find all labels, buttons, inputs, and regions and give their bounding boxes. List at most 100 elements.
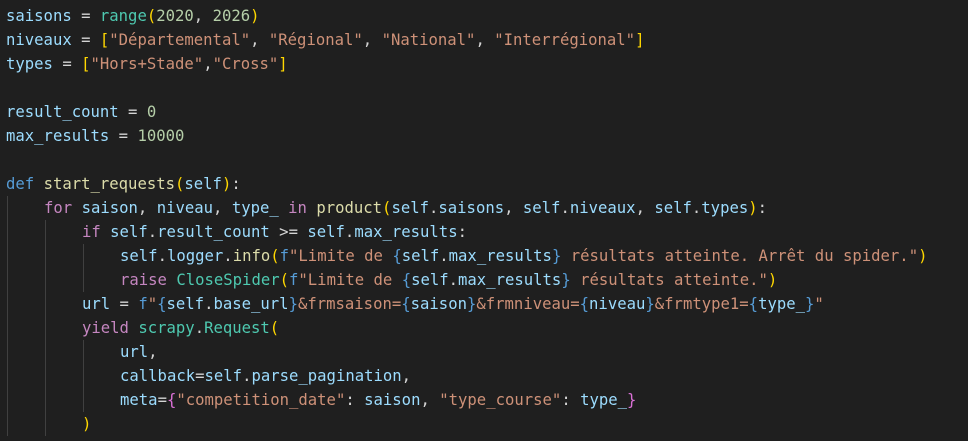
code-token: "Départemental" [109, 31, 251, 49]
code-line[interactable]: url = f"{self.base_url}&frmsaison={saiso… [82, 292, 824, 316]
code-token: self [391, 199, 429, 217]
code-token: . [157, 247, 167, 265]
code-token: : [757, 199, 768, 217]
code-token: ) [748, 199, 758, 217]
code-token: { [579, 295, 590, 313]
code-token: { [157, 295, 167, 313]
code-token: ( [269, 319, 280, 337]
code-token: } [561, 271, 571, 289]
code-token: "type_course" [439, 391, 562, 409]
code-token: : [561, 391, 581, 409]
code-line[interactable]: def start_requests(self): [6, 172, 241, 196]
code-token: Request [204, 319, 270, 337]
code-token: niveaux [6, 31, 72, 49]
code-line[interactable]: self.logger.info(f"Limite de {self.max_r… [120, 244, 927, 268]
code-token: "Cross" [212, 55, 279, 73]
code-token: max_results [458, 271, 562, 289]
code-token: "competition_date" [176, 391, 346, 409]
code-line[interactable]: niveaux = ["Départemental", "Régional", … [6, 28, 644, 52]
code-token: types [6, 55, 53, 73]
code-line[interactable]: ) [82, 412, 91, 436]
code-token: . [344, 223, 355, 241]
code-line[interactable]: callback=self.parse_pagination, [120, 364, 411, 388]
indent-guide [83, 244, 84, 292]
code-line[interactable]: yield scrapy.Request( [82, 316, 279, 340]
code-line[interactable]: types = ["Hors+Stade","Cross"] [6, 52, 288, 76]
code-token: for [44, 199, 73, 217]
code-token: . [691, 199, 702, 217]
code-token: if [82, 223, 101, 241]
code-token: = [109, 127, 138, 145]
code-editor[interactable]: saisons = range(2020, 2026) niveaux = ["D… [0, 0, 968, 441]
code-token: CloseSpider [176, 271, 280, 289]
code-token: &frmsaison= [297, 295, 402, 313]
code-line[interactable]: url, [120, 340, 158, 364]
code-token: saisons [438, 199, 505, 217]
code-line[interactable]: raise CloseSpider(f"Limite de {self.max_… [120, 268, 777, 292]
code-token: product [316, 199, 383, 217]
code-token: [ [81, 55, 91, 73]
code-line[interactable]: max_results = 10000 [6, 124, 184, 148]
code-token: . [147, 223, 158, 241]
code-token: = [195, 367, 205, 385]
code-token: "Limite de [298, 271, 402, 289]
code-token: = [157, 391, 167, 409]
code-line[interactable]: meta={"competition_date": saison, "type_… [120, 388, 636, 412]
code-token: "National" [381, 31, 476, 49]
code-token: in [288, 199, 307, 217]
code-token: { [748, 295, 759, 313]
code-token: , [137, 199, 157, 217]
code-line[interactable]: if self.result_count >= self.max_results… [82, 220, 467, 244]
code-token: meta [120, 391, 158, 409]
code-line[interactable]: result_count = 0 [6, 100, 156, 124]
code-token: types [701, 199, 749, 217]
code-token: résultats atteinte." [570, 271, 768, 289]
code-token: ) [221, 175, 232, 193]
code-token: self [654, 199, 692, 217]
code-token: } [466, 295, 477, 313]
code-token: ( [279, 271, 290, 289]
code-token: saison [81, 199, 138, 217]
code-token: max_results [354, 223, 458, 241]
code-token: = [52, 55, 82, 73]
code-token: raise [120, 271, 167, 289]
code-token: ( [175, 175, 185, 193]
code-token: info [232, 247, 271, 265]
code-token: : [345, 391, 365, 409]
code-token: f [289, 271, 299, 289]
code-token: saison [410, 295, 467, 313]
code-token: self [166, 295, 205, 313]
code-token: " [814, 295, 824, 313]
code-line[interactable]: saisons = range(2020, 2026) [6, 4, 260, 28]
code-token: type_ [231, 199, 279, 217]
code-token: url [120, 343, 149, 361]
code-token: self [204, 367, 243, 385]
code-token: &frmtype1= [654, 295, 749, 313]
code-token: , [420, 391, 440, 409]
code-token: url [82, 295, 111, 313]
code-token: ) [82, 415, 92, 433]
code-token: ) [250, 7, 260, 25]
code-token: callback [120, 367, 196, 385]
code-line[interactable]: for saison, niveau, type_ in product(sel… [44, 196, 767, 220]
code-token: scrapy [138, 319, 195, 337]
code-token: niveau [156, 199, 214, 217]
code-token: >= [269, 223, 308, 241]
code-token: self [120, 247, 158, 265]
code-token: ) [767, 271, 778, 289]
code-token: " [147, 295, 158, 313]
code-token: } [627, 391, 637, 409]
code-token: ( [146, 7, 157, 25]
code-token: , [401, 367, 412, 385]
code-token: "Interrégional" [494, 31, 636, 49]
code-token: 0 [146, 103, 157, 121]
code-token: 2020 [156, 7, 194, 25]
indent-guide [45, 220, 46, 436]
code-token: [ [99, 31, 110, 49]
code-token: type_ [758, 295, 806, 313]
